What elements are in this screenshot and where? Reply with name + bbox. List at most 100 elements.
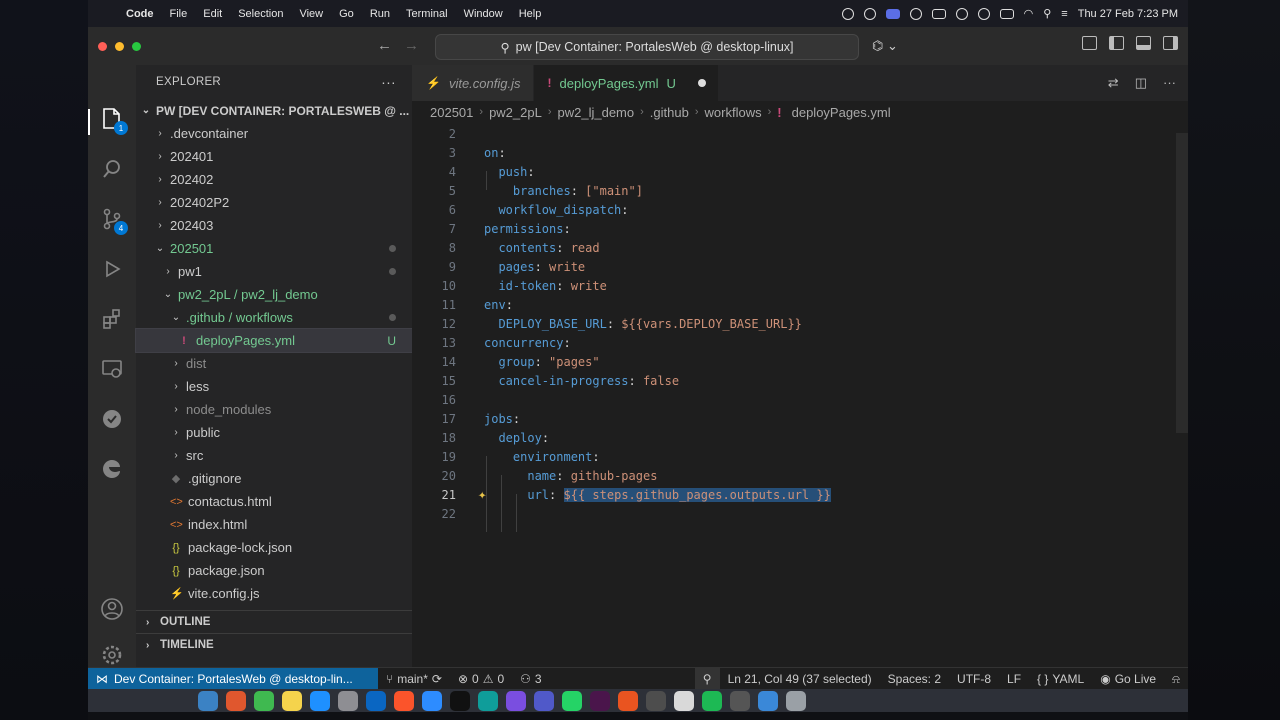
- code-line[interactable]: 15 cancel-in-progress: false: [412, 371, 1172, 390]
- menu-app-name[interactable]: Code: [118, 8, 162, 20]
- source-control-icon[interactable]: 4: [98, 205, 128, 235]
- copilot-icon[interactable]: ⌬ ⌄: [872, 38, 898, 54]
- search-menubar-icon[interactable]: ⚲: [1043, 7, 1051, 20]
- remote-explorer-icon[interactable]: [98, 355, 126, 383]
- accounts-icon[interactable]: [98, 595, 126, 623]
- menu-selection[interactable]: Selection: [230, 8, 291, 20]
- app-dock-icon[interactable]: [618, 690, 638, 711]
- code-line[interactable]: 21 url: ${{ steps.github_pages.outputs.u…: [412, 485, 1172, 504]
- close-window-button[interactable]: [98, 41, 107, 51]
- breadcrumb-item[interactable]: workflows: [705, 105, 762, 120]
- code-line[interactable]: 19 environment:: [412, 447, 1172, 466]
- tree-folder-devcontainer[interactable]: › .devcontainer: [136, 122, 412, 145]
- code-line[interactable]: 6 workflow_dispatch:: [412, 200, 1172, 219]
- status-app-icon[interactable]: [841, 7, 854, 20]
- menubar-datetime[interactable]: Thu 27 Feb 7:23 PM: [1078, 8, 1178, 20]
- back-arrow-icon[interactable]: ←: [377, 37, 392, 54]
- breadcrumb-item[interactable]: pw2_lj_demo: [558, 105, 635, 120]
- customize-layout-icon[interactable]: [1082, 36, 1097, 50]
- more-actions-icon[interactable]: ···: [1163, 75, 1176, 91]
- zoom-status[interactable]: ⚲: [694, 668, 720, 690]
- notifications-status[interactable]: ⍾: [1164, 672, 1188, 687]
- code-editor[interactable]: 2 3 on: 4 push: 5 branches: ["main"] 6 workfl…: [412, 127, 1188, 667]
- whatsapp-dock-icon[interactable]: [562, 690, 582, 711]
- tree-file-index[interactable]: <> index.html: [136, 513, 412, 536]
- code-line[interactable]: 7 permissions:: [412, 219, 1172, 238]
- moon-icon[interactable]: [977, 7, 990, 20]
- app-dock-icon[interactable]: [730, 690, 750, 711]
- terminal-dock-icon[interactable]: [450, 690, 470, 711]
- code-line[interactable]: 3 on:: [412, 143, 1172, 162]
- command-center[interactable]: ⚲ pw [Dev Container: PortalesWeb @ deskt…: [435, 34, 859, 60]
- spotify-dock-icon[interactable]: [702, 690, 722, 711]
- tree-file-contactus[interactable]: <> contactus.html: [136, 490, 412, 513]
- breadcrumb-item[interactable]: pw2_2pL: [489, 105, 542, 120]
- tree-folder-202501[interactable]: ⌄ 202501: [136, 237, 412, 260]
- tree-folder-node-modules[interactable]: › node_modules: [136, 398, 412, 421]
- app-dock-icon[interactable]: [646, 690, 666, 711]
- split-editor-icon[interactable]: ◫: [1135, 75, 1147, 91]
- menu-edit[interactable]: Edit: [195, 8, 230, 20]
- indentation-status[interactable]: Spaces: 2: [880, 672, 949, 686]
- finder-dock-icon[interactable]: [198, 690, 218, 711]
- slack-dock-icon[interactable]: [590, 690, 610, 711]
- sync-icon[interactable]: [863, 7, 876, 20]
- timeline-section[interactable]: › TIMELINE: [136, 633, 412, 656]
- menu-file[interactable]: File: [162, 8, 196, 20]
- forward-arrow-icon[interactable]: →: [404, 37, 419, 54]
- folder-dock-icon[interactable]: [758, 690, 778, 711]
- workspace-root[interactable]: ⌄ PW [DEV CONTAINER: PORTALESWEB @ ...: [136, 99, 412, 122]
- go-live-status[interactable]: ◉ Go Live: [1092, 672, 1164, 686]
- messages-dock-icon[interactable]: [254, 690, 274, 711]
- breadcrumb-item[interactable]: deployPages.yml: [792, 105, 891, 120]
- tree-folder-202402p2[interactable]: › 202402P2: [136, 191, 412, 214]
- tab-vite-config[interactable]: ⚡ vite.config.js: [412, 65, 534, 101]
- code-line[interactable]: 16: [412, 390, 1172, 409]
- tree-file-vite-config[interactable]: ⚡ vite.config.js: [136, 582, 412, 605]
- toggle-panel-icon[interactable]: [1136, 36, 1151, 50]
- wifi-icon[interactable]: ◠: [1024, 7, 1034, 20]
- tab-deploypages[interactable]: ! deployPages.yml U: [533, 65, 719, 101]
- tree-folder-pw2[interactable]: ⌄ pw2_2pL / pw2_lj_demo: [136, 283, 412, 306]
- code-line[interactable]: 5 branches: ["main"]: [412, 181, 1172, 200]
- testing-icon[interactable]: [98, 405, 126, 433]
- app-store-dock-icon[interactable]: [310, 690, 330, 711]
- tree-folder-202401[interactable]: › 202401: [136, 145, 412, 168]
- breadcrumb-item[interactable]: 202501: [430, 105, 473, 120]
- vscode-dock-icon[interactable]: [366, 690, 386, 711]
- code-line[interactable]: 13 concurrency:: [412, 333, 1172, 352]
- problems-status[interactable]: ⊗ 0 ⚠ 0: [450, 672, 512, 686]
- manage-gear-icon[interactable]: [98, 641, 126, 669]
- run-debug-icon[interactable]: [98, 255, 126, 283]
- unsaved-dot-icon[interactable]: [697, 79, 706, 87]
- menu-terminal[interactable]: Terminal: [398, 8, 456, 20]
- code-line[interactable]: 18 deploy:: [412, 428, 1172, 447]
- editor-scrollbar[interactable]: [1176, 133, 1188, 433]
- code-line[interactable]: 22: [412, 504, 1172, 523]
- tree-file-gitignore[interactable]: ◆ .gitignore: [136, 467, 412, 490]
- breadcrumb-item[interactable]: .github: [650, 105, 689, 120]
- edge-dock-icon[interactable]: [478, 690, 498, 711]
- extensions-icon[interactable]: [98, 305, 126, 333]
- firefox-dock-icon[interactable]: [226, 690, 246, 711]
- code-line[interactable]: 11 env:: [412, 295, 1172, 314]
- notes-dock-icon[interactable]: [282, 690, 302, 711]
- copilot-sparkle-icon[interactable]: ✦: [478, 487, 486, 503]
- menu-run[interactable]: Run: [362, 8, 398, 20]
- code-line[interactable]: 2: [412, 124, 1172, 143]
- app-dock-icon[interactable]: [674, 690, 694, 711]
- outline-section[interactable]: › OUTLINE: [136, 610, 412, 633]
- menu-go[interactable]: Go: [331, 8, 362, 20]
- cursor-position[interactable]: Ln 21, Col 49 (37 selected): [720, 672, 880, 686]
- gear-menubar-icon[interactable]: [955, 7, 968, 20]
- display-icon[interactable]: [931, 8, 946, 19]
- menu-help[interactable]: Help: [511, 8, 550, 20]
- code-line[interactable]: 17 jobs:: [412, 409, 1172, 428]
- eol-status[interactable]: LF: [999, 672, 1029, 686]
- app-dock-icon[interactable]: [506, 690, 526, 711]
- teams-dock-icon[interactable]: [534, 690, 554, 711]
- code-line[interactable]: 4 push:: [412, 162, 1172, 181]
- tree-file-deploypages[interactable]: ! deployPages.yml U: [135, 328, 413, 353]
- branch-status[interactable]: ⑂ main* ⟳: [378, 672, 450, 686]
- explorer-more-actions[interactable]: ···: [381, 74, 396, 90]
